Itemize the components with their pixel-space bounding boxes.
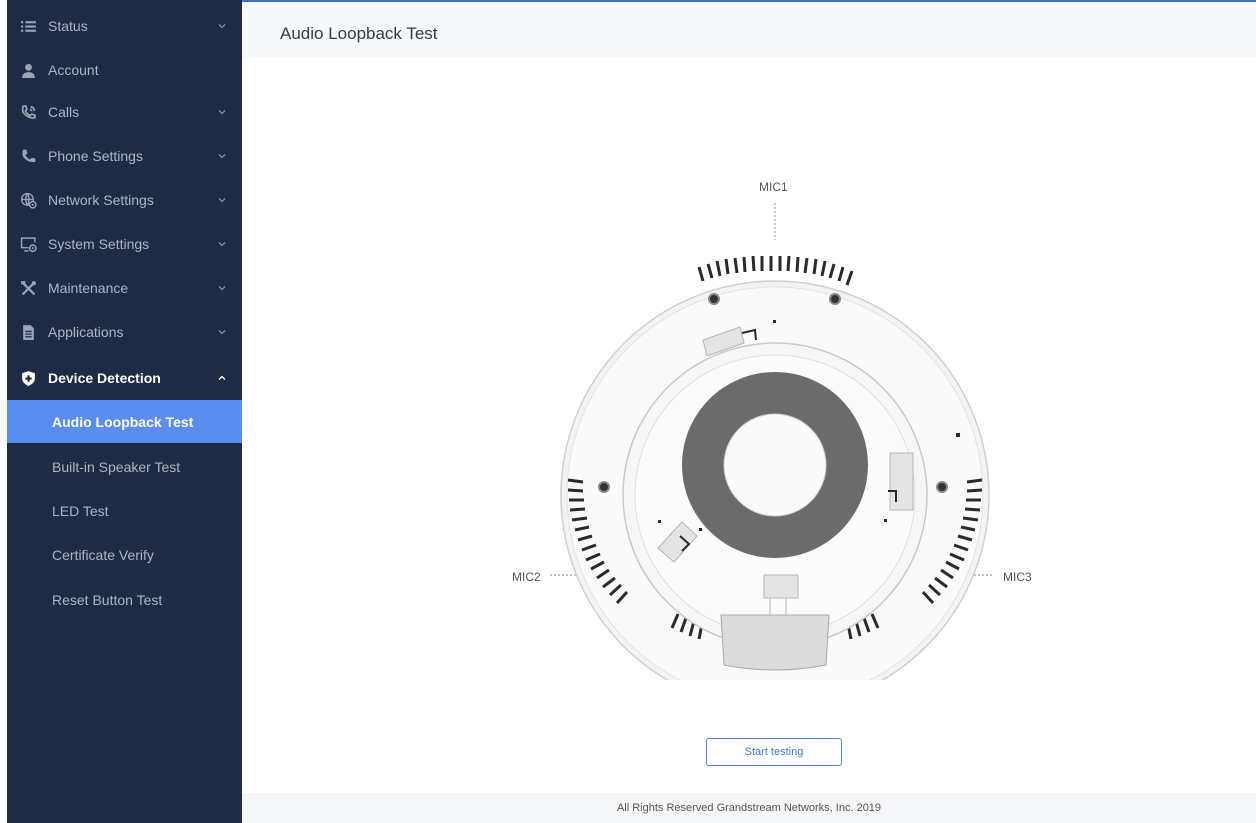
monitor-gear-icon [19, 235, 37, 253]
sidebar-item-phone-settings[interactable]: Phone Settings [7, 134, 242, 178]
sidebar-subitem-certificate-verify[interactable]: Certificate Verify [7, 533, 242, 576]
phone-ringing-icon [19, 103, 37, 121]
phone-icon [19, 147, 37, 165]
page-header: Audio Loopback Test [242, 0, 1256, 57]
device-center-hole [723, 413, 827, 517]
sidebar-item-account[interactable]: Account [7, 48, 242, 92]
tools-icon [19, 279, 37, 297]
sidebar-item-label: System Settings [48, 236, 150, 252]
chevron-down-icon [218, 198, 226, 203]
footer: All Rights Reserved Grandstream Networks… [242, 793, 1256, 823]
chevron-down-icon [218, 110, 226, 115]
sidebar-item-label: Network Settings [48, 192, 154, 208]
shield-icon [19, 369, 37, 387]
mic3-label: MIC3 [1003, 570, 1032, 584]
mic2-label: MIC2 [512, 570, 541, 584]
device-diagram [550, 203, 993, 680]
page-title: Audio Loopback Test [280, 24, 438, 43]
sidebar-item-label: Applications [48, 324, 124, 340]
sidebar-subitem-led-test[interactable]: LED Test [7, 489, 242, 532]
chevron-down-icon [218, 24, 226, 29]
chevron-down-icon [218, 242, 226, 247]
sidebar-subitem-audio-loopback-test[interactable]: Audio Loopback Test [7, 400, 242, 443]
sidebar-item-network-settings[interactable]: Network Settings [7, 178, 242, 222]
sidebar-item-maintenance[interactable]: Maintenance [7, 266, 242, 310]
device-cable-port [720, 614, 830, 671]
sidebar-subitem-built-in-speaker-test[interactable]: Built-in Speaker Test [7, 445, 242, 488]
sidebar: Status Account Calls Phone Settings Netw… [7, 0, 242, 823]
sidebar-item-system-settings[interactable]: System Settings [7, 222, 242, 266]
start-testing-button[interactable]: Start testing [706, 738, 842, 766]
sidebar-item-label: Account [48, 62, 99, 78]
document-icon [19, 323, 37, 341]
sidebar-item-applications[interactable]: Applications [7, 310, 242, 354]
sidebar-item-status[interactable]: Status [7, 4, 242, 48]
chevron-down-icon [218, 286, 226, 291]
sidebar-item-label: Calls [48, 104, 80, 120]
sidebar-item-label: Status [48, 18, 88, 34]
sidebar-subitem-reset-button-test[interactable]: Reset Button Test [7, 578, 242, 621]
sidebar-item-label: Phone Settings [48, 148, 143, 164]
sidebar-item-label: Maintenance [48, 280, 129, 296]
sidebar-item-label: Device Detection [48, 370, 161, 386]
chevron-up-icon [218, 375, 226, 380]
sidebar-item-device-detection[interactable]: Device Detection [7, 356, 242, 400]
chevron-down-icon [218, 330, 226, 335]
user-icon [19, 61, 37, 79]
list-icon [19, 17, 37, 35]
chevron-down-icon [218, 154, 226, 159]
sidebar-item-calls[interactable]: Calls [7, 90, 242, 134]
copyright-text: All Rights Reserved Grandstream Networks… [616, 802, 882, 814]
network-gear-icon [19, 191, 37, 209]
left-edge-strip [0, 0, 7, 823]
mic1-label: MIC1 [759, 180, 788, 194]
